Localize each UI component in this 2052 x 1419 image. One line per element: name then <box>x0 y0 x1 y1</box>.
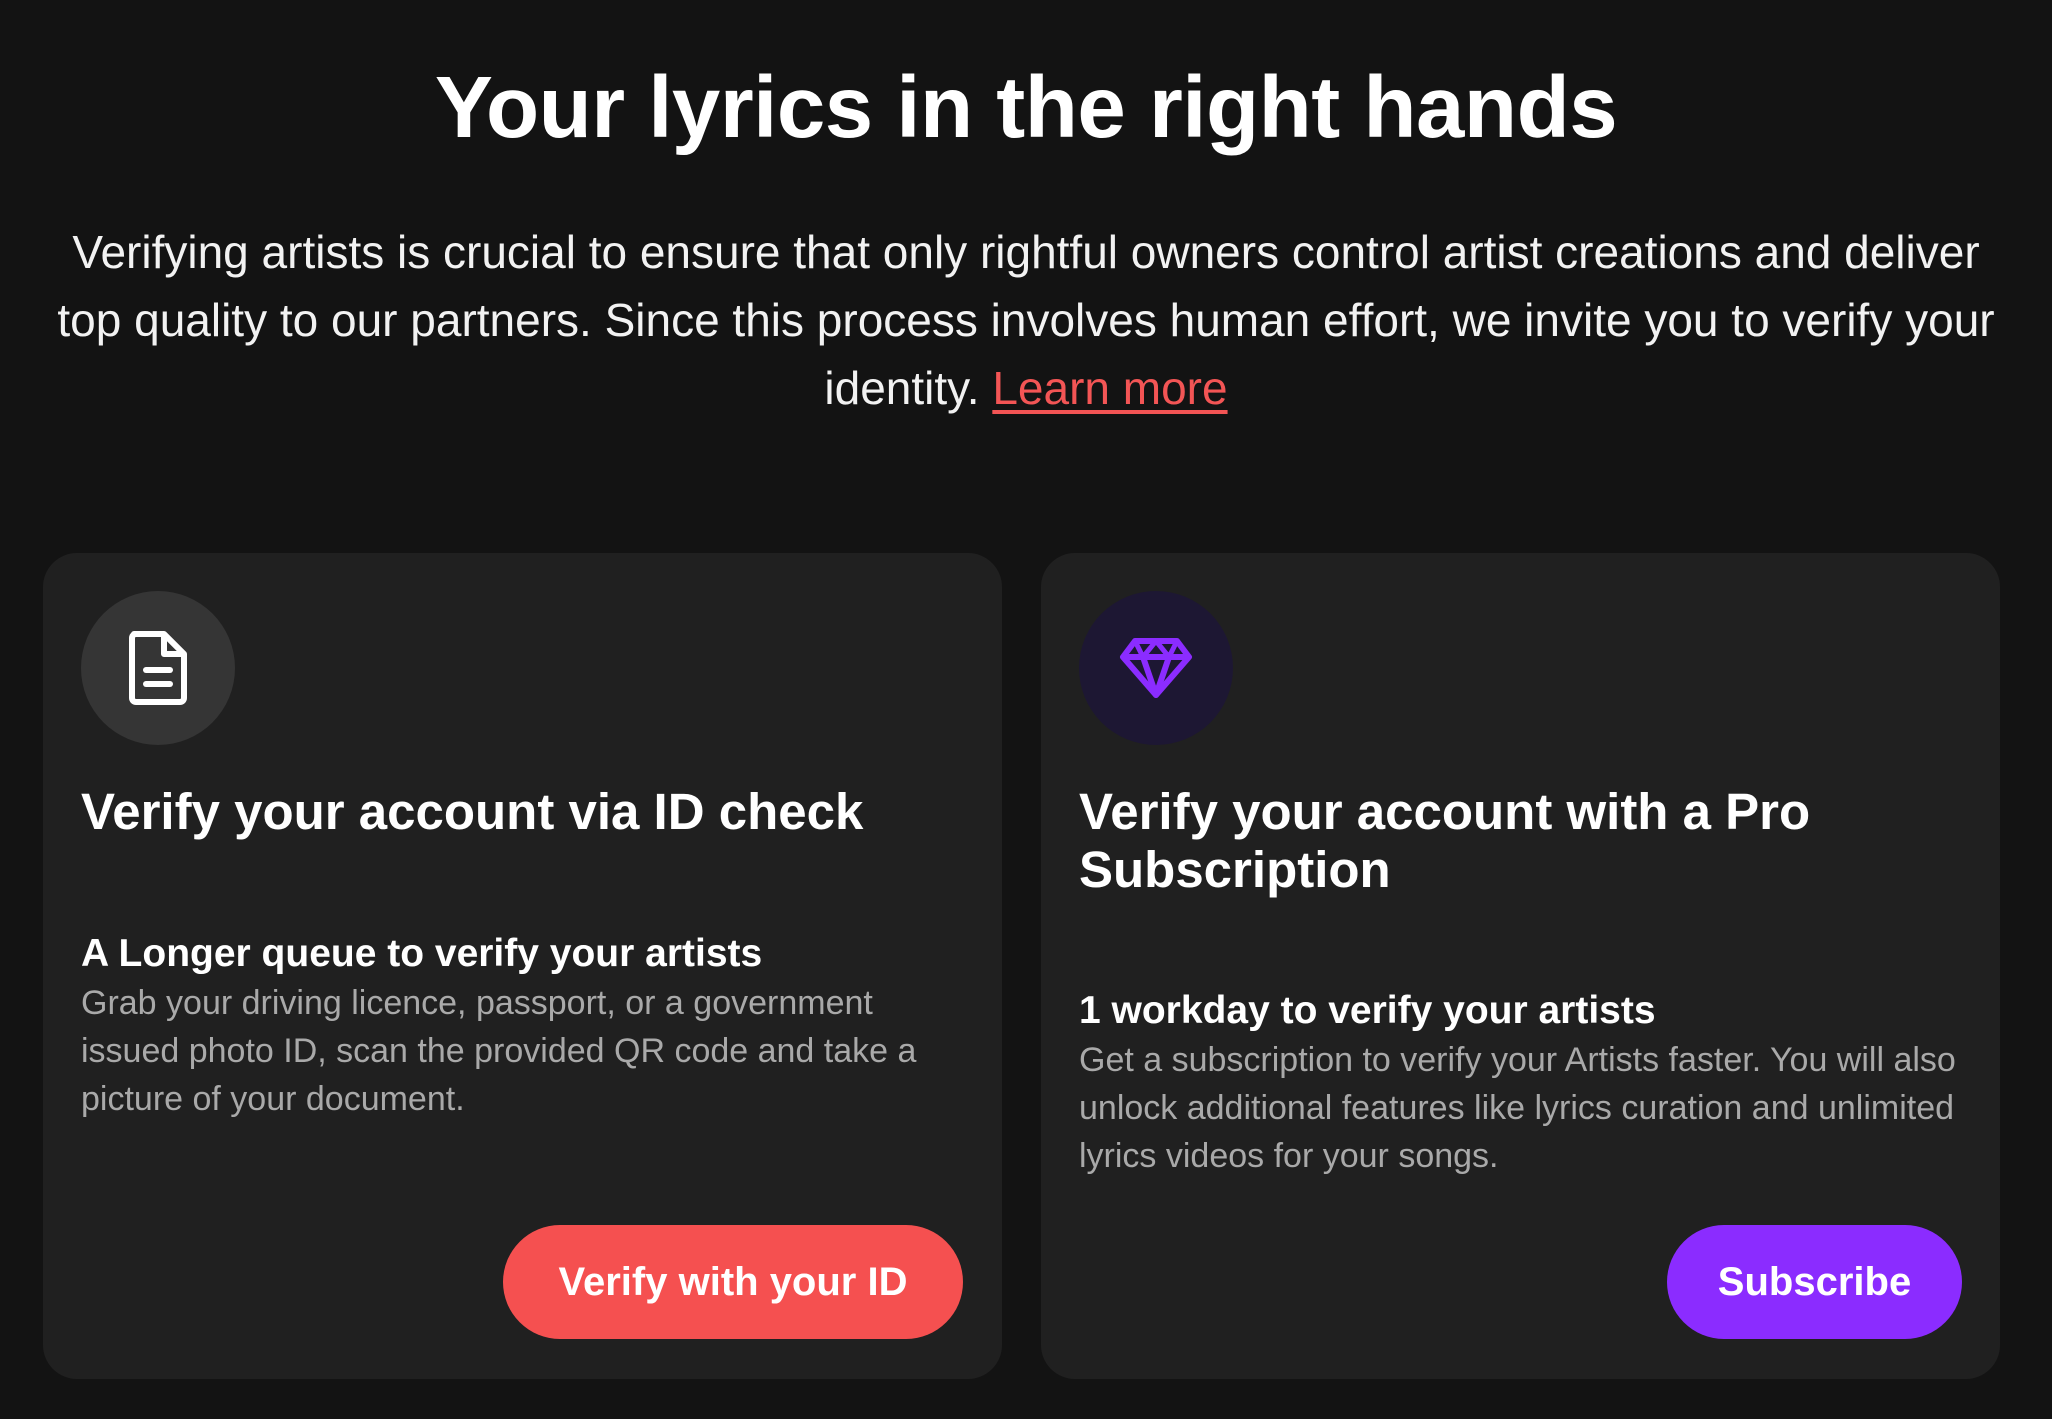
verification-page: Your lyrics in the right hands Verifying… <box>0 0 2052 1419</box>
card-title: Verify your account with a Pro Subscript… <box>1079 783 1811 898</box>
diamond-icon-badge <box>1079 591 1233 745</box>
verify-with-id-button[interactable]: Verify with your ID <box>503 1225 963 1339</box>
card-description: Grab your driving licence, passport, or … <box>81 984 917 1118</box>
learn-more-link[interactable]: Learn more <box>992 362 1227 414</box>
page-description: Verifying artists is crucial to ensure t… <box>40 218 2012 422</box>
document-icon-badge <box>81 591 235 745</box>
card-description: Get a subscription to verify your Artist… <box>1079 1041 1956 1175</box>
card-title: Verify your account via ID check <box>81 783 864 840</box>
subscribe-button[interactable]: Subscribe <box>1667 1225 1962 1339</box>
pro-subscription-card: Verify your account with a Pro Subscript… <box>1041 553 2000 1379</box>
document-icon <box>129 631 187 705</box>
diamond-icon <box>1120 638 1192 698</box>
card-subtitle: A Longer queue to verify your artists <box>81 932 763 975</box>
page-title: Your lyrics in the right hands <box>434 59 1618 156</box>
card-subtitle: 1 workday to verify your artists <box>1079 989 1656 1032</box>
id-check-card: Verify your account via ID check A Longe… <box>43 553 1002 1379</box>
